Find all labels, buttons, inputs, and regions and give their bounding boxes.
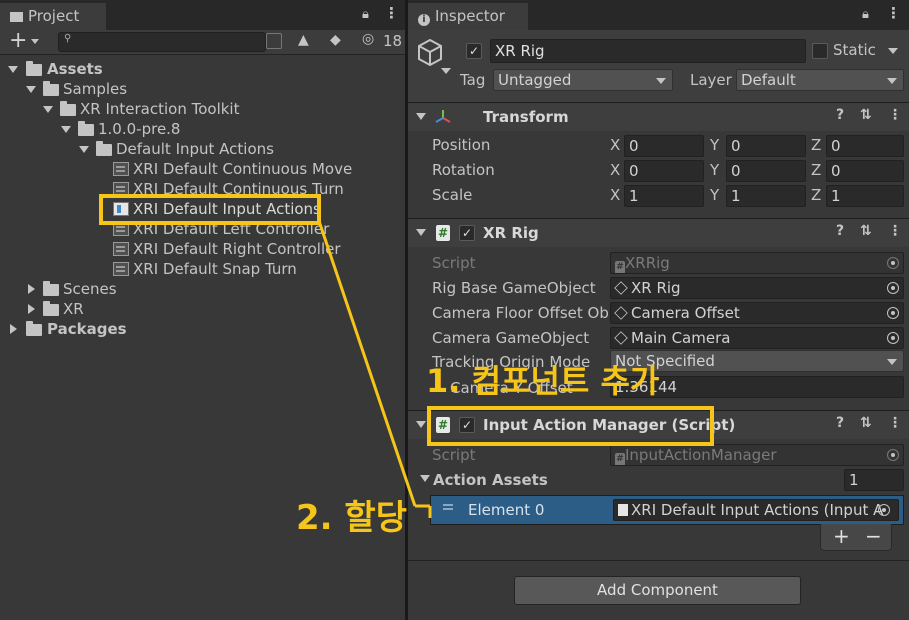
annotation-connector-lines xyxy=(317,220,432,518)
connector-line xyxy=(317,220,417,507)
annotation-step-1: 1. 컴포넌트 추가 xyxy=(426,362,660,400)
annotation-step-2: 2. 할당 xyxy=(296,498,407,538)
